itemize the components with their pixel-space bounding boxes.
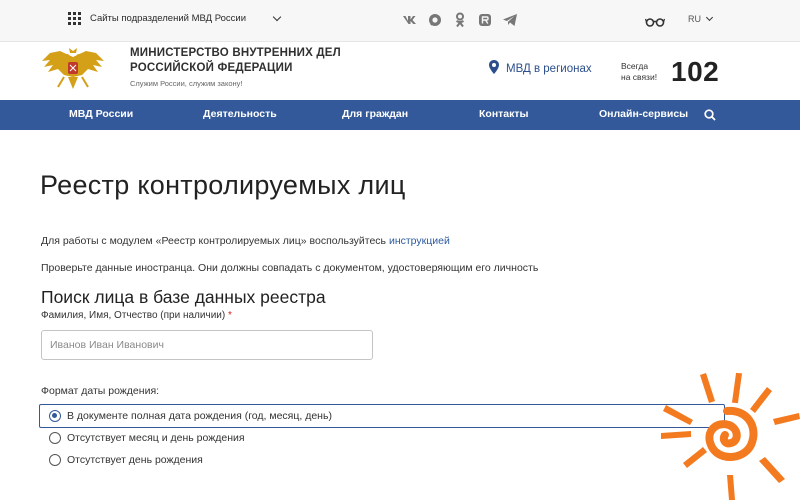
social-links bbox=[402, 12, 527, 28]
telegram-icon[interactable] bbox=[502, 12, 518, 28]
hotline-number: 102 bbox=[671, 56, 720, 87]
location-pin-icon bbox=[489, 60, 499, 77]
grid-menu-icon bbox=[68, 12, 81, 25]
nav-item-activity[interactable]: Деятельность bbox=[203, 108, 277, 120]
org-name: МИНИСТЕРСТВО ВНУТРЕННИХ ДЕЛ РОССИЙСКОЙ Ф… bbox=[130, 47, 341, 74]
nav-item-mvd-russia[interactable]: МВД России bbox=[69, 108, 133, 120]
org-block[interactable]: МИНИСТЕРСТВО ВНУТРЕННИХ ДЕЛ РОССИЙСКОЙ Ф… bbox=[130, 46, 360, 88]
regions-link-label: МВД в регионах bbox=[506, 62, 592, 75]
main-nav: МВД России Деятельность Для граждан Конт… bbox=[0, 100, 800, 130]
required-mark: * bbox=[227, 310, 232, 321]
search-heading: Поиск лица в базе данных реестра bbox=[41, 287, 326, 307]
sites-dropdown-label: Сайты подразделений МВД России bbox=[90, 13, 247, 24]
org-motto: Служим России, служим закону! bbox=[130, 79, 243, 88]
vk-icon[interactable] bbox=[402, 12, 418, 28]
sun-spiral-icon bbox=[655, 365, 800, 500]
hotline[interactable]: Всегда на связи! 102 bbox=[621, 56, 719, 88]
instruction-link[interactable]: инструкцией bbox=[389, 235, 450, 247]
radio-no-month-day-label: Отсутствует месяц и день рождения bbox=[67, 432, 245, 444]
radio-button[interactable] bbox=[49, 454, 61, 466]
language-label: RU bbox=[688, 14, 701, 24]
top-utility-bar: Сайты подразделений МВД России RU bbox=[0, 0, 800, 42]
language-selector[interactable]: RU bbox=[688, 13, 714, 24]
accessibility-glasses-icon[interactable] bbox=[644, 14, 666, 32]
radio-no-day[interactable]: Отсутствует день рождения bbox=[49, 454, 203, 466]
nav-item-contacts[interactable]: Контакты bbox=[479, 108, 529, 120]
search-icon[interactable] bbox=[704, 108, 716, 126]
rutube-icon[interactable] bbox=[477, 12, 493, 28]
hotline-caption: Всегда на связи! bbox=[621, 61, 658, 82]
ok-circle-icon[interactable] bbox=[427, 12, 443, 28]
odnoklassniki-icon[interactable] bbox=[452, 12, 468, 28]
page-title: Реестр контролируемых лиц bbox=[40, 170, 406, 200]
site-header: МИНИСТЕРСТВО ВНУТРЕННИХ ДЕЛ РОССИЙСКОЙ Ф… bbox=[0, 42, 800, 100]
radio-full-birthdate[interactable]: В документе полная дата рождения (год, м… bbox=[39, 404, 725, 428]
double-headed-eagle-emblem-icon[interactable] bbox=[40, 47, 106, 98]
chevron-down-icon bbox=[705, 13, 714, 22]
radio-no-day-label: Отсутствует день рождения bbox=[67, 454, 203, 466]
radio-button-checked[interactable] bbox=[49, 410, 61, 422]
name-field-label: Фамилия, Имя, Отчество (при наличии) * bbox=[41, 310, 232, 321]
chevron-down-icon bbox=[272, 12, 282, 21]
nav-item-online-services[interactable]: Онлайн-сервисы bbox=[599, 108, 688, 120]
radio-button[interactable] bbox=[49, 432, 61, 444]
birthdate-format-label: Формат даты рождения: bbox=[41, 385, 160, 397]
regions-link[interactable]: МВД в регионах bbox=[489, 60, 592, 77]
sites-dropdown[interactable]: Сайты подразделений МВД России bbox=[68, 12, 282, 25]
check-data-paragraph: Проверьте данные иностранца. Они должны … bbox=[41, 262, 539, 274]
intro-paragraph: Для работы с модулем «Реестр контролируе… bbox=[41, 235, 450, 247]
full-name-input[interactable] bbox=[41, 330, 373, 360]
radio-no-month-day[interactable]: Отсутствует месяц и день рождения bbox=[49, 432, 245, 444]
nav-item-for-citizens[interactable]: Для граждан bbox=[342, 108, 408, 120]
radio-full-birthdate-label: В документе полная дата рождения (год, м… bbox=[67, 410, 332, 422]
